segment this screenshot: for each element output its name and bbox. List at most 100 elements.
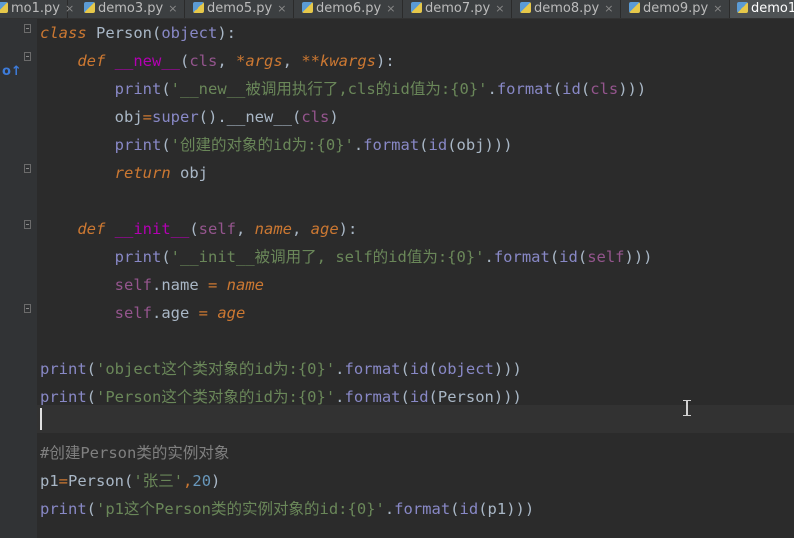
code-line[interactable]: print('__init__被调用了, self的id值为:{0}'.form…: [40, 243, 653, 271]
tab-label: demo3.py: [98, 1, 164, 16]
python-file-icon: [629, 2, 640, 13]
close-tab-icon[interactable]: ×: [386, 2, 395, 15]
fold-end-marker-icon[interactable]: [24, 164, 31, 173]
code-token: ().: [198, 108, 227, 126]
code-line[interactable]: print('object这个类对象的id为:{0}'.format(id(ob…: [40, 355, 522, 383]
tab-demo10[interactable]: demo10: [730, 0, 794, 18]
code-token: Person: [437, 388, 494, 406]
code-line[interactable]: #创建Person类的实例对象: [40, 439, 229, 467]
code-token: Person: [96, 24, 152, 42]
fold-marker-icon[interactable]: [24, 52, 31, 61]
editor-tab-bar: mo1.py × demo3.py × demo5.py × demo6.py × demo7.…: [0, 0, 794, 19]
code-token: .: [151, 276, 162, 294]
code-token: (: [86, 500, 97, 518]
fold-marker-icon[interactable]: [24, 220, 31, 229]
code-token: object: [161, 24, 218, 42]
code-line[interactable]: self.age = age: [40, 299, 246, 327]
code-token: (: [124, 472, 134, 490]
fold-end-marker-icon[interactable]: [24, 304, 31, 313]
code-token: ,: [282, 52, 302, 70]
code-token: (: [552, 80, 563, 98]
code-token: Person: [68, 472, 125, 490]
code-token: __new__: [114, 52, 180, 70]
code-token: cls: [189, 52, 218, 70]
fold-marker-icon[interactable]: [24, 24, 31, 33]
tab-label: demo10: [751, 1, 794, 16]
tab-mo1-py[interactable]: mo1.py ×: [0, 0, 74, 18]
code-token: ): [329, 108, 339, 126]
code-line[interactable]: class Person(object):: [40, 19, 236, 47]
tab-demo3-py[interactable]: demo3.py ×: [77, 0, 185, 18]
close-tab-icon[interactable]: ×: [604, 2, 613, 15]
code-line[interactable]: print('Person这个类对象的id为:{0}'.format(id(Pe…: [40, 383, 522, 411]
code-token: (: [400, 388, 410, 406]
code-token: (: [428, 388, 438, 406]
code-token: id: [459, 500, 479, 518]
code-token: (: [577, 248, 588, 266]
code-token: obj: [456, 136, 485, 154]
tab-demo9-py[interactable]: demo9.py ×: [622, 0, 730, 18]
code-line[interactable]: def __init__(self, name, age):: [40, 215, 357, 243]
code-token: id: [562, 80, 581, 98]
code-token: ,: [235, 220, 255, 238]
code-line[interactable]: print('p1这个Person类的实例对象的id:{0}'.format(i…: [40, 495, 534, 523]
code-line[interactable]: def __new__(cls, *args, **kwargs):: [40, 47, 395, 75]
code-token: __init__: [114, 220, 190, 238]
code-token: (: [428, 360, 438, 378]
code-token: (: [189, 220, 199, 238]
code-token: self: [198, 220, 236, 238]
python-file-icon: [737, 2, 748, 13]
code-token: '创建的对象的id为:{0}': [170, 136, 354, 154]
code-line[interactable]: print('创建的对象的id为:{0}'.format(id(obj))): [40, 131, 513, 159]
code-line[interactable]: p1=Person('张三',20): [40, 467, 220, 495]
close-tab-icon[interactable]: ×: [168, 2, 177, 15]
tab-label: demo7.py: [425, 1, 491, 16]
code-line[interactable]: return obj: [40, 159, 208, 187]
close-tab-icon[interactable]: ×: [277, 2, 286, 15]
code-token: 'Person这个类对象的id为:{0}': [96, 388, 336, 406]
code-line[interactable]: print('__new__被调用执行了,cls的id值为:{0}'.forma…: [40, 75, 647, 103]
code-token: format: [496, 80, 553, 98]
code-token: (: [152, 24, 162, 42]
tab-label: mo1.py: [11, 1, 60, 16]
close-tab-icon[interactable]: ×: [65, 2, 74, 15]
code-token: object: [437, 360, 494, 378]
code-token: print: [40, 136, 162, 154]
code-token: ): [211, 472, 221, 490]
code-token: id: [409, 388, 429, 406]
code-token: return: [40, 164, 180, 182]
code-token: ))): [493, 388, 522, 406]
code-token: cls: [590, 80, 619, 98]
override-marker-icon[interactable]: o↑: [2, 64, 22, 79]
code-token: self: [40, 304, 152, 322]
code-token: **kwargs: [301, 52, 376, 70]
code-token: super: [152, 108, 199, 126]
close-tab-icon[interactable]: ×: [713, 2, 722, 15]
code-token: .: [484, 248, 494, 266]
code-token: .: [335, 388, 345, 406]
code-token: .: [384, 500, 395, 518]
code-token: p1: [487, 500, 507, 518]
code-token: ))): [506, 500, 535, 518]
code-token: ))): [484, 136, 513, 154]
code-token: class: [40, 24, 96, 42]
code-token: 20: [192, 472, 212, 490]
code-token: print: [40, 388, 87, 406]
tab-demo7-py[interactable]: demo7.py ×: [404, 0, 512, 18]
code-token: print: [40, 248, 162, 266]
code-token: ,: [217, 52, 236, 70]
tab-demo6-py[interactable]: demo6.py ×: [295, 0, 403, 18]
code-line[interactable]: self.name = name: [40, 271, 264, 299]
code-line[interactable]: obj=super().__new__(cls): [40, 103, 339, 131]
close-tab-icon[interactable]: ×: [495, 2, 504, 15]
code-token: ):: [376, 52, 395, 70]
code-token: format: [394, 500, 451, 518]
code-token: (: [161, 80, 171, 98]
tab-demo8-py[interactable]: demo8.py ×: [513, 0, 621, 18]
code-token: format: [363, 136, 420, 154]
code-token: (: [161, 136, 171, 154]
tab-demo5-py[interactable]: demo5.py ×: [186, 0, 294, 18]
code-token: *args: [236, 52, 283, 70]
code-token: '__init__被调用了, self的id值为:{0}': [170, 248, 485, 266]
code-token: cls: [301, 108, 330, 126]
